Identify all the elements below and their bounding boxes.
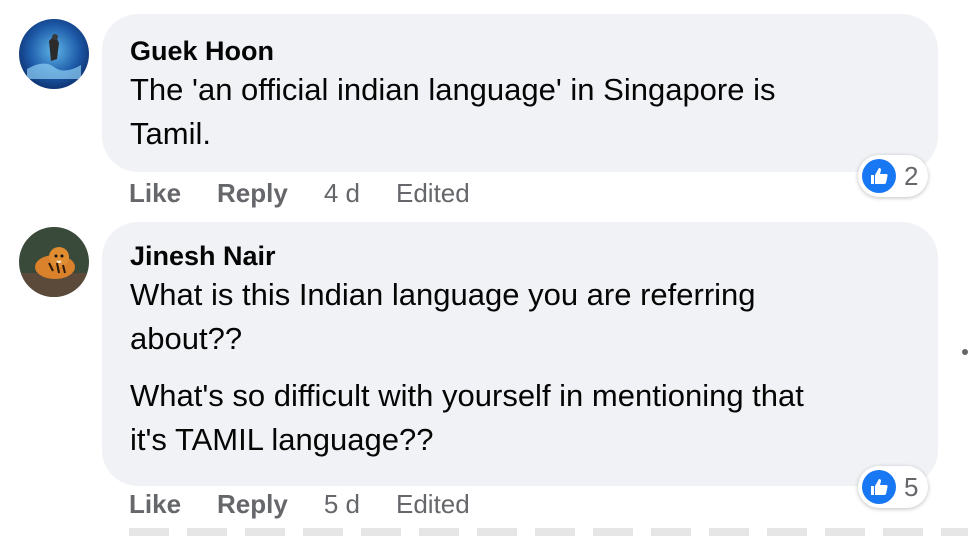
comment-text-line: What is this Indian language you are ref… [130, 277, 756, 312]
like-button[interactable]: Like [129, 178, 181, 209]
comment-text-line: about?? [130, 321, 243, 356]
avatar-image [19, 227, 89, 297]
avatar-image [19, 19, 89, 89]
like-reaction-icon [862, 470, 896, 504]
reply-button[interactable]: Reply [217, 489, 288, 520]
comment-bubble: Guek Hoon The 'an official indian langua… [102, 14, 938, 172]
comment-text-line: Tamil. [130, 116, 211, 151]
timestamp[interactable]: 5 d [324, 489, 360, 520]
scroll-dot [962, 349, 968, 355]
next-comment-preview [129, 528, 968, 536]
comment-actions: Like Reply 4 d Edited [129, 176, 506, 210]
comment-text-line: The 'an official indian language' in Sin… [130, 72, 776, 107]
avatar-guek-hoon[interactable] [19, 19, 89, 89]
reaction-summary[interactable]: 2 [858, 155, 929, 197]
comment-author[interactable]: Jinesh Nair [130, 239, 910, 273]
edited-label[interactable]: Edited [396, 489, 470, 520]
reaction-summary[interactable]: 5 [858, 466, 929, 508]
comment-author[interactable]: Guek Hoon [130, 34, 910, 68]
like-reaction-icon [862, 159, 896, 193]
comment-actions: Like Reply 5 d Edited [129, 487, 506, 521]
timestamp[interactable]: 4 d [324, 178, 360, 209]
reply-button[interactable]: Reply [217, 178, 288, 209]
edited-label[interactable]: Edited [396, 178, 470, 209]
comment-bubble: Jinesh Nair What is this Indian language… [102, 222, 938, 486]
comment-text-line: What's so difficult with yourself in men… [130, 378, 804, 413]
reaction-count: 2 [904, 160, 919, 191]
comment-text-line: it's TAMIL language?? [130, 422, 434, 457]
like-button[interactable]: Like [129, 489, 181, 520]
avatar-jinesh-nair[interactable] [19, 227, 89, 297]
reaction-count: 5 [904, 471, 919, 502]
